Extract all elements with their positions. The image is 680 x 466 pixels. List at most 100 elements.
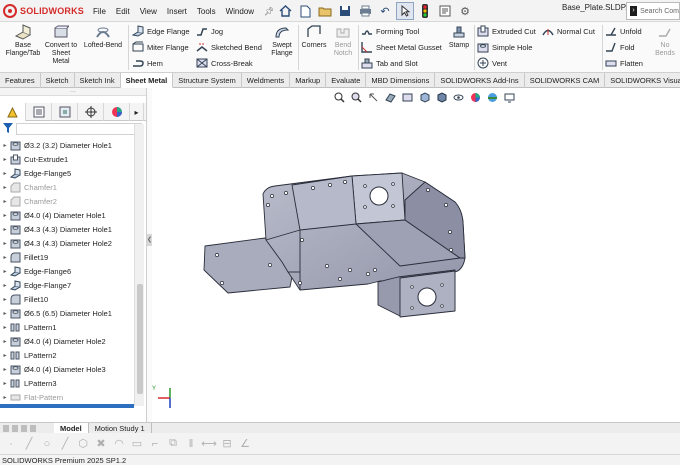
expand-arrow-icon[interactable]: ▸ bbox=[0, 226, 10, 233]
tree-item[interactable]: ▸ Edge-Flange6 bbox=[0, 264, 146, 278]
tab-mbd-dimensions[interactable]: MBD Dimensions bbox=[366, 73, 436, 88]
jog-button[interactable]: Jog bbox=[196, 24, 223, 38]
tree-item[interactable]: ▸ Edge-Flange7 bbox=[0, 278, 146, 292]
expand-arrow-icon[interactable]: ▸ bbox=[0, 282, 10, 289]
save-icon[interactable] bbox=[336, 2, 354, 20]
tab-solidworks-cam[interactable]: SOLIDWORKS CAM bbox=[525, 73, 606, 88]
displaymanager-tab-icon[interactable] bbox=[104, 103, 130, 121]
swept-flange-button[interactable]: Swept Flange bbox=[266, 24, 298, 58]
tab-sheet-metal[interactable]: Sheet Metal bbox=[120, 73, 174, 88]
graphics-area[interactable] bbox=[152, 88, 680, 422]
no-bends-button[interactable]: No Bends bbox=[652, 24, 678, 58]
lofted-bend-button[interactable]: Lofted-Bend bbox=[80, 24, 126, 50]
view-settings-icon[interactable] bbox=[503, 91, 516, 103]
line-icon[interactable]: ╱ bbox=[58, 437, 72, 451]
tree-item[interactable]: ▸ Chamfer1 bbox=[0, 180, 146, 194]
expand-arrow-icon[interactable]: ▸ bbox=[0, 170, 10, 177]
tree-item[interactable]: ▸ Ø4.3 (4.3) Diameter Hole1 bbox=[0, 222, 146, 236]
hide-show-items-icon[interactable] bbox=[452, 91, 465, 103]
tab-and-slot-button[interactable]: Tab and Slot bbox=[361, 56, 418, 70]
tab-structure-system[interactable]: Structure System bbox=[173, 73, 242, 88]
sketch-point-icon[interactable]: · bbox=[4, 437, 18, 451]
section-view-icon[interactable] bbox=[384, 91, 397, 103]
dimension-icon[interactable]: ⟷ bbox=[201, 437, 217, 451]
vent-button[interactable]: Vent bbox=[477, 56, 507, 70]
new-document-icon[interactable] bbox=[296, 2, 314, 20]
tree-item[interactable]: ▸ Edge-Flange5 bbox=[0, 166, 146, 180]
expand-arrow-icon[interactable]: ▸ bbox=[0, 240, 10, 247]
expand-arrow-icon[interactable]: ▸ bbox=[0, 338, 10, 345]
bend-notch-button[interactable]: Bend Notch bbox=[330, 24, 356, 58]
tree-item[interactable]: ▸ LPattern2 bbox=[0, 348, 146, 362]
base-flange-tab-button[interactable]: Base Flange/Tab bbox=[4, 24, 42, 58]
expand-arrow-icon[interactable]: ▸ bbox=[0, 366, 10, 373]
apply-scene-icon[interactable] bbox=[486, 91, 499, 103]
horizontal-scrollbar[interactable] bbox=[0, 404, 134, 408]
expand-arrow-icon[interactable]: ▸ bbox=[0, 142, 10, 149]
configurationmanager-tab-icon[interactable] bbox=[52, 103, 78, 121]
arc-icon[interactable]: ◠ bbox=[112, 437, 126, 451]
select-pointer-icon[interactable] bbox=[396, 2, 414, 20]
tab-motion-study-1[interactable]: Motion Study 1 bbox=[89, 422, 152, 434]
last-tab-icon[interactable] bbox=[30, 424, 36, 432]
convert-to-sheet-metal-button[interactable]: Convert to Sheet Metal bbox=[44, 24, 78, 66]
open-folder-icon[interactable] bbox=[316, 2, 334, 20]
expand-arrow-icon[interactable]: ▸ bbox=[0, 310, 10, 317]
dimxpertmanager-tab-icon[interactable] bbox=[78, 103, 104, 121]
relation-icon[interactable]: ⊟ bbox=[220, 437, 234, 451]
tab-sketch[interactable]: Sketch bbox=[41, 73, 75, 88]
stamp-button[interactable]: Stamp bbox=[446, 24, 472, 50]
expand-arrow-icon[interactable]: ▸ bbox=[0, 380, 10, 387]
tree-item[interactable]: ▸ LPattern3 bbox=[0, 376, 146, 390]
feature-tree-scrollbar[interactable] bbox=[134, 124, 144, 406]
expand-arrow-icon[interactable]: ▸ bbox=[0, 268, 10, 275]
search-box[interactable]: › Search Com bbox=[626, 2, 680, 20]
edit-appearance-icon[interactable] bbox=[469, 91, 482, 103]
tree-item[interactable]: ▸ Ø3.2 (3.2) Diameter Hole1 bbox=[0, 138, 146, 152]
zoom-to-fit-icon[interactable] bbox=[333, 91, 346, 103]
tree-filter-input[interactable] bbox=[16, 123, 142, 135]
menu-edit[interactable]: Edit bbox=[111, 7, 135, 16]
extruded-cut-button[interactable]: Extruded Cut bbox=[477, 24, 536, 38]
polygon-icon[interactable]: ⬡ bbox=[76, 437, 90, 451]
menu-file[interactable]: File bbox=[88, 7, 111, 16]
tab-solidworks-add-ins[interactable]: SOLIDWORKS Add-Ins bbox=[435, 73, 525, 88]
scroll-thumb[interactable] bbox=[137, 284, 143, 394]
simple-hole-button[interactable]: Simple Hole bbox=[477, 40, 532, 54]
expand-arrow-icon[interactable]: ▸ bbox=[0, 184, 10, 191]
expand-arrow-icon[interactable]: ▸ bbox=[0, 156, 10, 163]
menu-insert[interactable]: Insert bbox=[162, 7, 192, 16]
tree-item[interactable]: ▸ Ø4.0 (4) Diameter Hole2 bbox=[0, 334, 146, 348]
tree-item[interactable]: ▸ Fillet10 bbox=[0, 292, 146, 306]
fold-button[interactable]: Fold bbox=[605, 40, 635, 54]
undo-icon[interactable]: ↶ bbox=[376, 2, 394, 20]
tab-features[interactable]: Features bbox=[0, 73, 41, 88]
normal-cut-button[interactable]: Normal Cut bbox=[542, 24, 595, 38]
corner-rectangle-icon[interactable]: ⌐ bbox=[148, 437, 162, 451]
collapse-handle-icon[interactable]: ··· bbox=[70, 88, 76, 95]
forming-tool-button[interactable]: Forming Tool bbox=[361, 24, 419, 38]
menu-window[interactable]: Window bbox=[221, 7, 259, 16]
expand-arrow-icon[interactable]: ▸ bbox=[0, 198, 10, 205]
options-gear-icon[interactable]: ⚙ bbox=[456, 2, 474, 20]
mirror-icon[interactable]: ‖ bbox=[184, 437, 198, 451]
print-icon[interactable] bbox=[356, 2, 374, 20]
rectangle-icon[interactable]: ▭ bbox=[130, 437, 144, 451]
expand-arrow-icon[interactable]: ▸ bbox=[0, 324, 10, 331]
cross-break-button[interactable]: Cross-Break bbox=[196, 56, 253, 70]
expand-arrow-icon[interactable]: ▸ bbox=[0, 254, 10, 261]
file-properties-icon[interactable] bbox=[436, 2, 454, 20]
flatten-button[interactable]: Flatten bbox=[605, 56, 643, 70]
expand-arrow-icon[interactable]: ▸ bbox=[0, 394, 10, 401]
hem-button[interactable]: Hem bbox=[132, 56, 163, 70]
fillet-sketch-icon[interactable]: ∠ bbox=[238, 437, 252, 451]
tab-model[interactable]: Model bbox=[54, 422, 89, 434]
tree-item[interactable]: ▸ Ø4.0 (4) Diameter Hole3 bbox=[0, 362, 146, 376]
expand-arrow-icon[interactable]: ▸ bbox=[0, 212, 10, 219]
sheet-metal-gusset-button[interactable]: Sheet Metal Gusset bbox=[361, 40, 442, 54]
tree-item[interactable]: ▸ LPattern1 bbox=[0, 320, 146, 334]
corners-button[interactable]: Corners bbox=[300, 24, 328, 50]
prev-tab-icon[interactable] bbox=[12, 424, 18, 432]
filter-icon[interactable] bbox=[3, 123, 13, 133]
featuremanager-tab-icon[interactable] bbox=[0, 103, 26, 121]
